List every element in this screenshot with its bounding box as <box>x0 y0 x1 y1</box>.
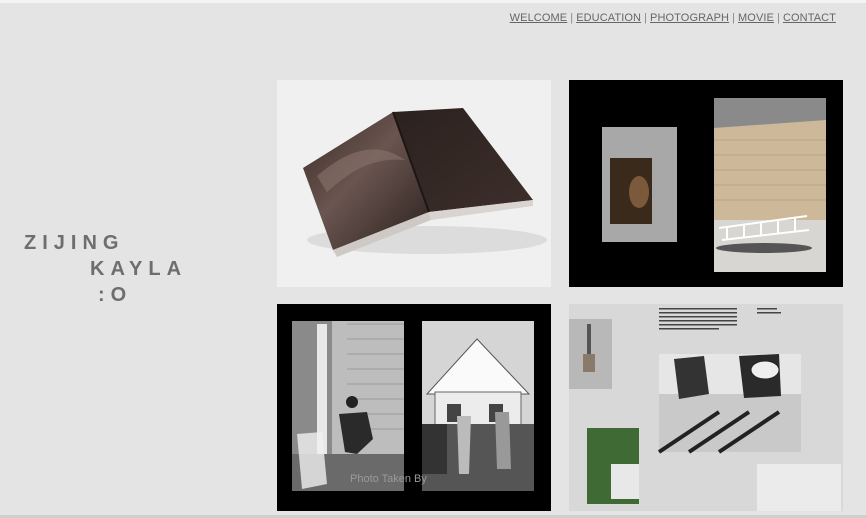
collage-image <box>569 304 843 511</box>
nav-education-link[interactable]: EDUCATION <box>576 12 641 24</box>
nav-welcome-link[interactable]: WELCOME <box>510 12 568 24</box>
nav-photograph-link[interactable]: PHOTOGRAPH <box>650 12 729 24</box>
gallery-tile-bw-photos[interactable]: Photo Taken By <box>277 304 551 511</box>
nav-movie-link[interactable]: MOVIE <box>738 12 774 24</box>
nav-separator: | <box>776 12 780 24</box>
logo-line-1: ZIJING <box>24 232 125 254</box>
gallery-tile-collage[interactable] <box>569 304 843 511</box>
gallery-tile-window-ladder[interactable] <box>569 80 843 287</box>
nav-contact-link[interactable]: CONTACT <box>783 12 836 24</box>
book-photo-image <box>277 80 551 287</box>
photo-caption: Photo Taken By <box>350 473 427 485</box>
top-edge <box>0 0 866 3</box>
site-logo[interactable]: ZIJING KAYLA :O <box>24 230 187 308</box>
nav-separator: | <box>570 12 574 24</box>
nav-separator: | <box>732 12 736 24</box>
window-ladder-image <box>569 80 843 287</box>
nav-separator: | <box>644 12 648 24</box>
logo-line-2: KAYLA <box>90 258 188 280</box>
top-nav: WELCOME | EDUCATION | PHOTOGRAPH | MOVIE | CONTA… <box>510 12 836 24</box>
logo-line-3: :O <box>98 284 133 306</box>
gallery-tile-book[interactable] <box>277 80 551 287</box>
